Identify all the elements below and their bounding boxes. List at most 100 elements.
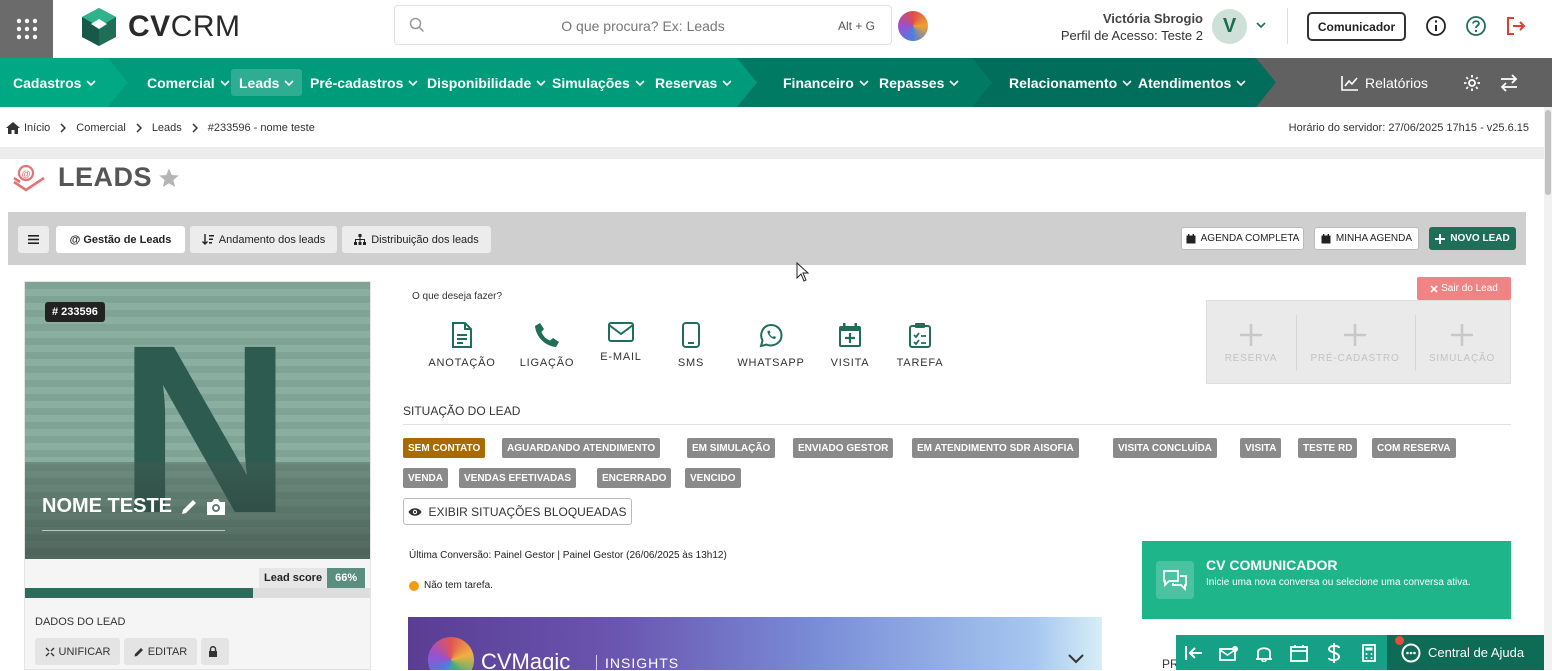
avatar[interactable]: V [1212,9,1247,44]
status-tag[interactable]: VENDAS EFETIVADAS [459,468,577,488]
action-ligacao[interactable]: LIGAÇÃO [507,322,587,369]
breadcrumb-current: #233596 - nome teste [207,122,315,134]
status-tag[interactable]: VISITA [1240,438,1282,458]
chevron-down-icon [859,79,869,86]
sort-icon [201,234,214,245]
quick-pre-cadastro[interactable]: PRÉ-CADASTRO [1305,311,1405,364]
calendar-button[interactable] [1281,635,1316,670]
cvmagic-insights-panel[interactable]: CVMagic INSIGHTS [408,617,1102,670]
nav-reservas[interactable]: Reservas [651,69,736,96]
status-tag[interactable]: COM RESERVA [1372,438,1456,458]
agenda-completa-button[interactable]: AGENDA COMPLETA [1181,227,1304,250]
cv-comunicador-panel[interactable]: CV COMUNICADOR Inicie uma nova conversa … [1142,541,1511,619]
action-whatsapp[interactable]: WHATSAPP [731,322,811,369]
nav-relatorios[interactable]: Relatórios [1337,69,1432,96]
home-icon [6,122,20,134]
pencil-icon[interactable] [180,498,198,516]
search-shortcut: Alt + G [837,19,875,33]
mail-notification-button[interactable] [1211,635,1246,670]
nav-pre-cadastros[interactable]: Pré-cadastros [306,69,422,96]
action-tarefa[interactable]: TAREFA [880,322,960,369]
apps-grid-icon[interactable] [0,0,53,58]
situacao-label: SITUAÇÃO DO LEAD [403,404,521,418]
merge-icon [45,647,55,656]
chevron-down-icon [536,79,546,86]
tab-andamento-leads[interactable]: Andamento dos leads [190,226,337,253]
editar-button[interactable]: EDITAR [124,638,197,665]
envelope-icon [608,322,634,342]
server-time: Horário do servidor: 27/06/2025 17h15 - … [1288,122,1529,134]
chevron-down-icon[interactable] [1068,654,1084,664]
star-icon[interactable] [158,167,180,189]
status-tag[interactable]: EM SIMULAÇÃO [687,438,776,458]
gear-icon[interactable] [1463,74,1481,92]
nav-simulacoes[interactable]: Simulações [548,69,649,96]
nav-cadastros[interactable]: Cadastros [9,69,100,96]
sair-lead-button[interactable]: Sair do Lead [1417,277,1511,300]
chevron-down-icon [284,79,295,86]
lock-button[interactable] [201,638,229,665]
status-tag[interactable]: SEM CONTATO [403,438,486,458]
cvmagic-globe-icon[interactable] [898,11,928,41]
status-tag[interactable]: ENCERRADO [597,468,672,488]
status-dot [409,580,419,591]
action-visita[interactable]: VISITA [810,322,890,369]
unificar-button[interactable]: UNIFICAR [35,638,120,665]
action-email[interactable]: E-MAIL [581,322,661,363]
help-icon[interactable] [1465,15,1487,37]
exibir-bloqueadas-button[interactable]: EXIBIR SITUAÇÕES BLOQUEADAS [403,498,632,525]
central-ajuda-button[interactable]: Central de Ajuda [1387,635,1544,670]
scrollbar-thumb[interactable] [1545,110,1551,195]
quick-reserva[interactable]: RESERVA [1201,311,1301,364]
quick-simulacao[interactable]: SIMULAÇÃO [1412,311,1512,364]
action-anotacao[interactable]: ANOTAÇÃO [422,322,502,369]
divider [1296,315,1297,371]
comunicador-button[interactable]: Comunicador [1307,12,1406,41]
calculator-button[interactable] [1351,635,1386,670]
breadcrumb-bar: Início Comercial Leads #233596 - nome te… [0,107,1544,147]
breadcrumb-inicio[interactable]: Início [24,122,50,134]
divider [1287,8,1288,44]
status-tag[interactable]: VENCIDO [685,468,741,488]
nav-atendimentos[interactable]: Atendimentos [1134,69,1250,96]
lead-score-value: 66% [327,568,366,588]
action-sms[interactable]: SMS [651,322,731,369]
logout-icon[interactable] [1505,15,1527,37]
status-tag[interactable]: TESTE RD [1298,438,1358,458]
nav-leads[interactable]: Leads [231,69,303,96]
nav-comercial[interactable]: Comercial [143,69,234,96]
chevron-down-icon [722,79,732,86]
menu-button[interactable] [18,226,49,253]
notifications-button[interactable] [1246,635,1281,670]
status-tag[interactable]: AGUARDANDO ATENDIMENTO [502,438,661,458]
lock-icon [209,646,217,657]
chevron-down-icon[interactable] [1256,20,1266,30]
info-icon[interactable] [1425,15,1447,37]
user-info[interactable]: Victória Sbrogio Perfil de Acesso: Teste… [1040,11,1203,43]
finance-button[interactable] [1316,635,1351,670]
breadcrumb-leads[interactable]: Leads [152,122,182,134]
novo-lead-button[interactable]: NOVO LEAD [1429,227,1516,250]
status-tag[interactable]: VISITA CONCLUÍDA [1113,438,1217,458]
status-tag[interactable]: VENDA [403,468,449,488]
tab-distribuicao-leads[interactable]: Distribuição dos leads [342,226,491,253]
search-input[interactable]: O que procura? Ex: Leads Alt + G [394,5,892,45]
collapse-left-button[interactable] [1176,635,1211,670]
minha-agenda-button[interactable]: MINHA AGENDA [1314,227,1419,250]
camera-icon[interactable] [206,498,226,516]
lead-score-fill [25,588,253,598]
nav-repasses[interactable]: Repasses [875,69,963,96]
nav-relacionamento[interactable]: Relacionamento [1005,69,1136,96]
dollar-icon [1327,642,1340,663]
status-tag[interactable]: EM ATENDIMENTO SDR AISOFIA [912,438,1079,458]
swap-arrows-icon[interactable] [1499,74,1519,92]
nav-financeiro[interactable]: Financeiro [779,69,873,96]
status-tag[interactable]: ENVIADO GESTOR [793,438,894,458]
cvmagic-title: CVMagic [481,649,571,670]
breadcrumb-comercial[interactable]: Comercial [76,122,126,134]
tab-gestao-leads[interactable]: @ Gestão de Leads [56,226,185,253]
nav-disponibilidade[interactable]: Disponibilidade [423,69,550,96]
cvcrm-logo[interactable]: CVCRM [78,6,241,48]
svg-text:@: @ [22,169,31,179]
arrow-left-bar-icon [1184,645,1202,660]
